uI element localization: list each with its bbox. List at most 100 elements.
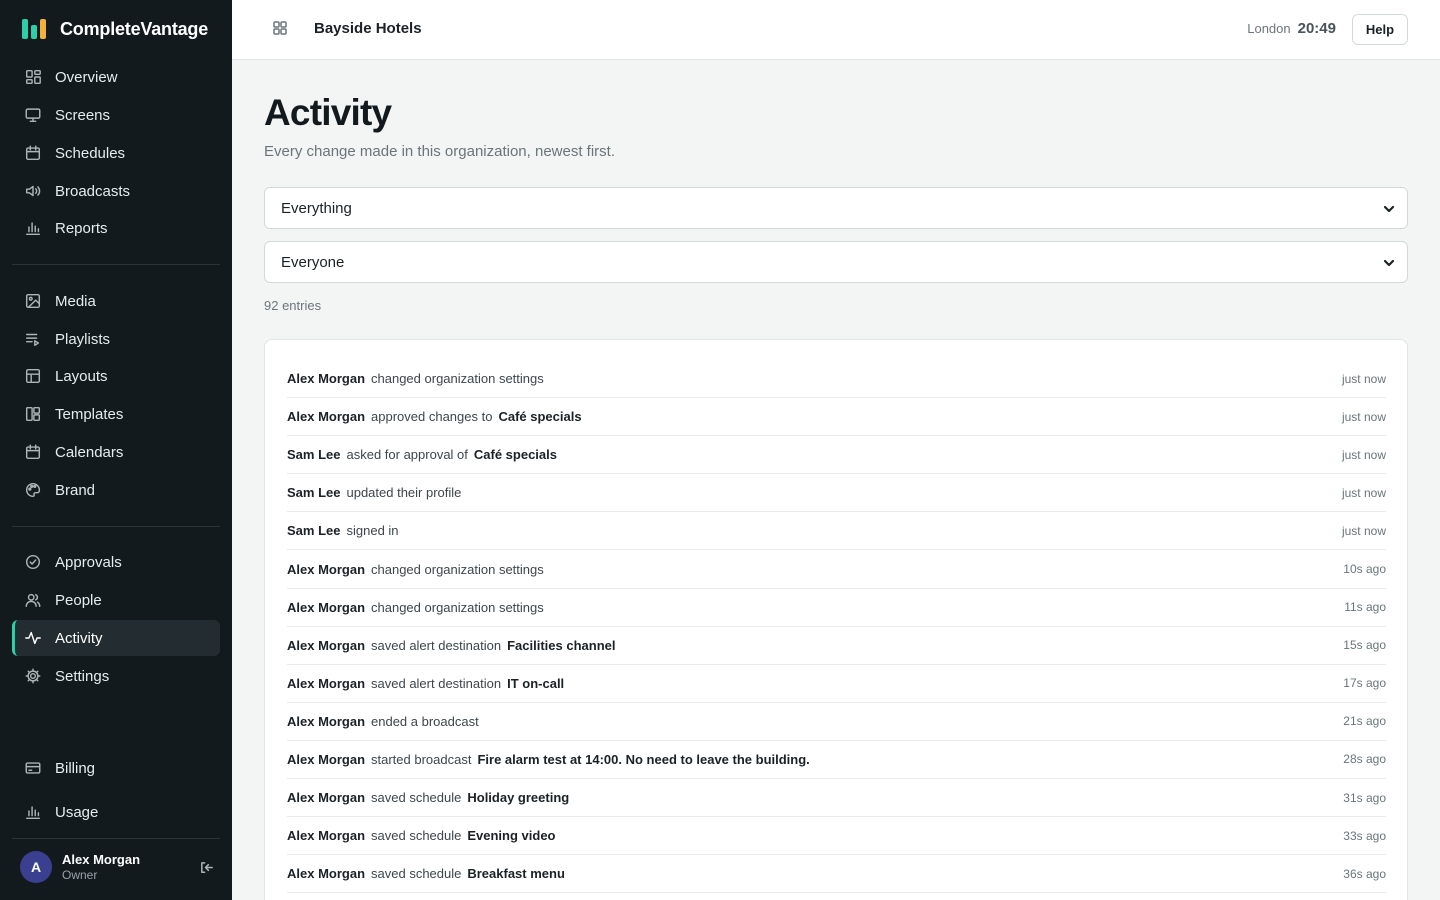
- sidebar-item-label: Billing: [55, 759, 96, 777]
- clock-city: London: [1247, 21, 1291, 36]
- card-icon: [23, 758, 43, 778]
- sidebar-item-label: Activity: [55, 629, 103, 647]
- activity-action: changed organization settings: [371, 371, 544, 387]
- activity-row: Sam Lee updated their profile just now: [287, 474, 1386, 513]
- org-name[interactable]: Bayside Hotels: [314, 20, 422, 37]
- activity-actor[interactable]: Alex Morgan: [287, 371, 365, 386]
- activity-time: 11s ago: [1344, 600, 1386, 615]
- activity-object[interactable]: Facilities channel: [507, 638, 615, 653]
- sidebar-item-overview[interactable]: Overview: [12, 59, 220, 95]
- sidebar-item-label: Settings: [55, 667, 110, 685]
- activity-actor[interactable]: Alex Morgan: [287, 752, 365, 767]
- activity-actor[interactable]: Alex Morgan: [287, 638, 365, 653]
- brand-name: CompleteVantage: [60, 18, 209, 39]
- activity-actor[interactable]: Alex Morgan: [287, 409, 365, 424]
- logout-icon[interactable]: [196, 857, 216, 877]
- activity-row: Alex Morgan ended a broadcast 21s ago: [287, 703, 1386, 741]
- activity-action: signed in: [346, 523, 399, 539]
- sidebar-item-label: Media: [55, 292, 96, 310]
- activity-actor[interactable]: Alex Morgan: [287, 600, 365, 615]
- sidebar-divider: [12, 264, 220, 265]
- activity-object[interactable]: Holiday greeting: [467, 790, 569, 805]
- activity-object[interactable]: Breakfast menu: [467, 866, 565, 881]
- page-title: Activity: [264, 92, 392, 133]
- activity-actor[interactable]: Sam Lee: [287, 523, 340, 538]
- speaker-icon: [23, 181, 43, 201]
- activity-row: [287, 893, 1386, 900]
- activity-action: ended a broadcast: [371, 713, 479, 729]
- sidebar-item-reports[interactable]: Reports: [12, 210, 220, 246]
- sidebar-item-usage[interactable]: Usage: [12, 794, 220, 830]
- sidebar-item-label: Brand: [55, 481, 96, 499]
- org-switcher-icon[interactable]: [272, 20, 290, 38]
- activity-time: 17s ago: [1343, 676, 1386, 691]
- activity-object[interactable]: Café specials: [474, 447, 557, 462]
- people-filter-select[interactable]: Everyone: [264, 241, 1408, 283]
- sidebar-item-templates[interactable]: Templates: [12, 396, 220, 432]
- bar-chart-icon: [23, 218, 43, 238]
- sidebar-item-layouts[interactable]: Layouts: [12, 358, 220, 394]
- activity-actor[interactable]: Alex Morgan: [287, 562, 365, 577]
- activity-icon: [23, 628, 43, 648]
- activity-actor[interactable]: Sam Lee: [287, 485, 340, 500]
- activity-actor[interactable]: Sam Lee: [287, 447, 340, 462]
- activity-time: 36s ago: [1343, 866, 1386, 881]
- sidebar-item-media[interactable]: Media: [12, 283, 220, 319]
- sidebar-item-label: Screens: [55, 106, 111, 124]
- activity-action: changed organization settings: [371, 599, 544, 615]
- activity-time: just now: [1341, 447, 1386, 462]
- sidebar-item-label: Approvals: [55, 553, 122, 571]
- activity-action: asked for approval of: [346, 447, 468, 463]
- activity-action: approved changes to: [371, 409, 493, 425]
- activity-actor[interactable]: Alex Morgan: [287, 714, 365, 729]
- sidebar-item-billing[interactable]: Billing: [12, 750, 220, 786]
- activity-row: Sam Lee asked for approval of Café special…: [287, 436, 1386, 475]
- clock: London 20:49: [1247, 20, 1336, 37]
- sidebar-item-label: Calendars: [55, 443, 124, 461]
- activity-action: saved schedule: [371, 866, 462, 882]
- sidebar-item-settings[interactable]: Settings: [12, 658, 220, 694]
- activity-time: 31s ago: [1343, 790, 1386, 805]
- sidebar-item-approvals[interactable]: Approvals: [12, 544, 220, 580]
- chevron-down-icon: [1383, 256, 1395, 268]
- chevron-down-icon: [1383, 202, 1395, 214]
- activity-object[interactable]: IT on-call: [507, 676, 564, 691]
- avatar[interactable]: A: [20, 851, 52, 883]
- sidebar-item-calendars[interactable]: Calendars: [12, 434, 220, 470]
- sidebar-item-screens[interactable]: Screens: [12, 97, 220, 133]
- activity-object[interactable]: Fire alarm test at 14:00. No need to lea…: [477, 752, 809, 767]
- sidebar-item-label: Schedules: [55, 144, 126, 162]
- playlist-icon: [23, 329, 43, 349]
- activity-object[interactable]: Café specials: [498, 409, 581, 424]
- activity-action: saved alert destination: [371, 675, 502, 691]
- activity-row: Alex Morgan saved schedule Evening video 33…: [287, 817, 1386, 856]
- sidebar: CompleteVantage Overview Screens Schedules…: [0, 0, 232, 900]
- help-button[interactable]: Help: [1352, 14, 1408, 45]
- sidebar-item-schedules[interactable]: Schedules: [12, 135, 220, 171]
- activity-time: just now: [1341, 409, 1386, 424]
- brand[interactable]: CompleteVantage: [22, 17, 208, 41]
- sidebar-divider: [12, 526, 220, 527]
- sidebar-item-label: Playlists: [55, 330, 111, 348]
- sidebar-item-people[interactable]: People: [12, 582, 220, 618]
- activity-time: 28s ago: [1343, 752, 1386, 767]
- type-filter-value: Everything: [281, 199, 352, 217]
- activity-actor[interactable]: Alex Morgan: [287, 828, 365, 843]
- sidebar-item-broadcasts[interactable]: Broadcasts: [12, 173, 220, 209]
- type-filter-select[interactable]: Everything: [264, 187, 1408, 229]
- activity-row: Alex Morgan saved alert destination Facili…: [287, 627, 1386, 665]
- activity-time: just now: [1341, 523, 1386, 538]
- user-role: Owner: [62, 868, 98, 882]
- activity-actor[interactable]: Alex Morgan: [287, 676, 365, 691]
- activity-actor[interactable]: Alex Morgan: [287, 866, 365, 881]
- sidebar-item-activity[interactable]: Activity: [12, 620, 220, 656]
- sidebar-item-label: Layouts: [55, 367, 108, 385]
- palette-icon: [23, 480, 43, 500]
- activity-action: updated their profile: [346, 485, 462, 501]
- activity-action: changed organization settings: [371, 561, 544, 577]
- sidebar-item-playlists[interactable]: Playlists: [12, 321, 220, 357]
- activity-actor[interactable]: Alex Morgan: [287, 790, 365, 805]
- calendar-icon: [23, 143, 43, 163]
- sidebar-item-brand[interactable]: Brand: [12, 472, 220, 508]
- activity-object[interactable]: Evening video: [467, 828, 555, 843]
